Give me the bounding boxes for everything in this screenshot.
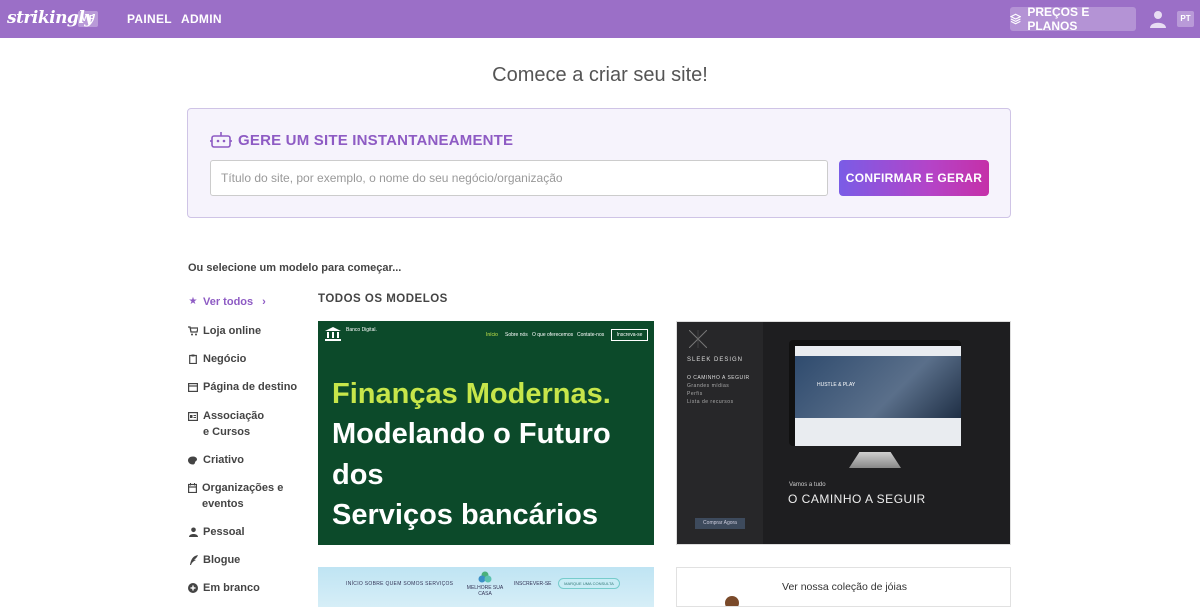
- category-label: Negócio: [203, 353, 247, 365]
- template-card-house[interactable]: INÍCIO SOBRE QUEM SOMOS SERVIÇOS MELHORE…: [318, 567, 654, 607]
- sleek-logo-icon: [689, 330, 707, 348]
- star-icon: ★: [188, 296, 198, 307]
- confirm-generate-button[interactable]: CONFIRMAR E GERAR: [839, 160, 989, 196]
- pricing-button[interactable]: PREÇOS E PLANOS: [1010, 5, 1136, 33]
- all-templates-title: TODOS OS MODELOS: [318, 293, 448, 305]
- category-label: Pessoal: [203, 526, 245, 538]
- category-pessoal[interactable]: Pessoal: [188, 524, 245, 540]
- pricing-label: PREÇOS E PLANOS: [1027, 5, 1090, 33]
- jewelry-text: Ver nossa coleção de jóias: [782, 581, 907, 593]
- screen-hero: HUSTLE & PLAY: [795, 356, 961, 418]
- bank-headline: Serviços bancários: [332, 499, 598, 531]
- template-card-bank[interactable]: Banco Digital. Início Sobre nós O que of…: [318, 321, 654, 545]
- bank-cta: Inscreva-se: [611, 329, 648, 341]
- sleek-menu-item: O CAMINHO A SEGUIR: [687, 375, 750, 381]
- category-associacao-cursos[interactable]: Associação e Cursos: [188, 408, 268, 440]
- category-label: Página de destino: [203, 381, 298, 393]
- category-criativo[interactable]: Criativo: [188, 452, 244, 468]
- calendar-icon: [188, 480, 197, 496]
- vip-badge: VIP: [78, 11, 98, 27]
- language-badge[interactable]: PT: [1177, 11, 1194, 27]
- bank-nav-link: Contate-nos: [577, 332, 605, 338]
- instant-generator-panel: GERE UM SITE INSTANTANEAMENTE CONFIRMAR …: [187, 108, 1011, 218]
- category-negocio[interactable]: Negócio: [188, 351, 246, 367]
- house-nav: INÍCIO SOBRE QUEM SOMOS SERVIÇOS: [346, 581, 454, 587]
- chevron-right-icon: ›: [262, 296, 266, 308]
- nav-link-painel[interactable]: PAINEL: [127, 12, 172, 26]
- quill-icon: [188, 552, 198, 568]
- generator-heading: GERE UM SITE INSTANTANEAMENTE: [210, 131, 513, 149]
- category-label: Organizações e eventos: [202, 482, 284, 510]
- sleek-buy-button: Comprar Agora: [695, 518, 745, 529]
- user-icon[interactable]: [1150, 10, 1166, 28]
- house-logo-icon: [478, 571, 492, 583]
- screen-text: HUSTLE & PLAY: [817, 382, 856, 388]
- category-label: Criativo: [203, 454, 244, 466]
- sleek-menu-item: Perfis: [687, 391, 703, 397]
- category-label: Loja online: [203, 325, 262, 337]
- template-card-jewelry[interactable]: Ver nossa coleção de jóias: [676, 567, 1011, 607]
- category-label: Associação e Cursos: [203, 410, 265, 438]
- generator-title: GERE UM SITE INSTANTANEAMENTE: [238, 131, 514, 149]
- window-icon: [188, 379, 198, 395]
- house-logo-text: MELHORE SUA CASA: [466, 585, 504, 597]
- bank-headline: Finanças Modernas.: [332, 378, 611, 410]
- category-label: Ver todos: [203, 296, 254, 308]
- sleek-menu-item: Lista de recursos: [687, 399, 734, 405]
- palette-icon: [188, 452, 198, 468]
- category-loja-online[interactable]: Loja online: [188, 323, 261, 339]
- category-organizacoes-eventos[interactable]: Organizações e eventos: [188, 480, 288, 512]
- cart-icon: [188, 323, 198, 339]
- bank-nav-link: Sobre nós: [505, 332, 528, 338]
- template-bank-nav: Banco Digital. Início Sobre nós O que of…: [318, 321, 654, 347]
- category-label: Blogue: [203, 554, 241, 566]
- clipboard-icon: [188, 351, 198, 367]
- layers-icon: [1010, 13, 1022, 25]
- monitor-screen: HUSTLE & PLAY: [795, 346, 961, 446]
- select-template-label: Ou selecione um modelo para começar...: [188, 262, 402, 274]
- bank-nav-link: Início: [486, 332, 498, 338]
- person-icon: [188, 524, 198, 540]
- bank-nav-link: O que oferecemos: [532, 332, 574, 338]
- robot-icon: [210, 132, 232, 148]
- top-nav: strikingly VIP PAINEL ADMIN PREÇOS E PLA…: [0, 0, 1200, 38]
- site-title-input[interactable]: [210, 160, 828, 196]
- category-blogue[interactable]: Blogue: [188, 552, 240, 568]
- plus-circle-icon: [188, 580, 198, 596]
- category-label: Em branco: [203, 582, 260, 594]
- template-card-sleek[interactable]: SLEEK DESIGN O CAMINHO A SEGUIR Grandes …: [676, 321, 1011, 545]
- sleek-sidebar: SLEEK DESIGN O CAMINHO A SEGUIR Grandes …: [677, 322, 763, 544]
- house-logo: MELHORE SUA CASA: [464, 571, 506, 597]
- house-cta: MARQUE UMA CONSULTA: [558, 578, 620, 589]
- sleek-heading: O CAMINHO A SEGUIR: [788, 492, 926, 506]
- bank-headline: Modelando o Futuro: [332, 418, 611, 450]
- jewelry-image: [725, 596, 739, 606]
- nav-link-admin[interactable]: ADMIN: [181, 12, 222, 26]
- category-ver-todos[interactable]: ★ Ver todos ›: [188, 294, 266, 310]
- house-subscribe: INSCREVER-SE: [514, 581, 552, 587]
- sleek-subtitle: Vamos a tudo: [789, 482, 826, 488]
- bank-brand: Banco Digital.: [346, 327, 377, 333]
- bank-headline: dos: [332, 459, 384, 491]
- category-pagina-destino[interactable]: Página de destino: [188, 379, 297, 395]
- sleek-brand: SLEEK DESIGN: [687, 357, 744, 363]
- page-title: Comece a criar seu site!: [492, 64, 708, 86]
- bank-icon: [325, 327, 341, 341]
- category-em-branco[interactable]: Em branco: [188, 580, 260, 596]
- monitor-stand: [849, 452, 901, 468]
- sleek-menu-item: Grandes mídias: [687, 383, 730, 389]
- id-card-icon: [188, 408, 198, 424]
